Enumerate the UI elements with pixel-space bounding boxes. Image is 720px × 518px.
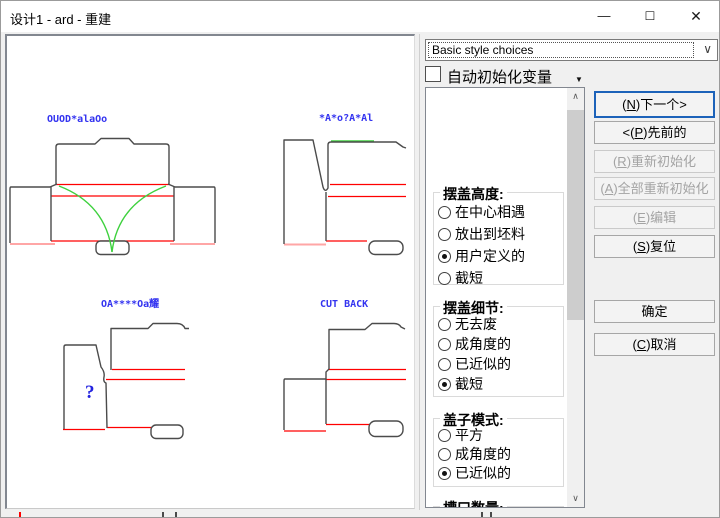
- radio-option[interactable]: 平方: [438, 425, 483, 443]
- group-flap-detail: 摆盖细节: 无去废 成角度的 已近似的 截短: [433, 306, 564, 397]
- next-button[interactable]: (N)下一个>: [594, 91, 715, 118]
- maximize-button[interactable]: ☐: [627, 1, 673, 31]
- cancel-button[interactable]: (C)取消: [594, 333, 715, 356]
- radio-icon[interactable]: [438, 228, 451, 241]
- clipped-preview-mark: [19, 512, 21, 517]
- group-legend: 摆盖高度:: [440, 184, 507, 204]
- radio-icon[interactable]: [438, 467, 451, 480]
- minimize-button[interactable]: —: [581, 1, 627, 31]
- preview-label-1: OUOD*alaOo: [47, 114, 107, 125]
- rebuild-dialog-window: 设计1 - ard - 重建 — ☐ ✕ OUOD*alaOo: [0, 0, 720, 518]
- reinitialize-all-button[interactable]: (A)全部重新初始化: [594, 177, 715, 200]
- close-icon: ✕: [690, 8, 702, 24]
- radio-icon[interactable]: [438, 429, 451, 442]
- radio-icon[interactable]: [438, 448, 451, 461]
- style-choices-dropdown[interactable]: Basic style choices ∨: [425, 39, 718, 61]
- radio-icon[interactable]: [438, 318, 451, 331]
- radio-icon[interactable]: [438, 378, 451, 391]
- sort-marker-icon: ▼: [575, 75, 583, 84]
- radio-option[interactable]: 无去废: [438, 314, 497, 332]
- group-legend: 槽口数量:: [440, 498, 507, 508]
- window-title: 设计1 - ard - 重建: [10, 9, 111, 28]
- reset-button[interactable]: (S)复位: [594, 235, 715, 258]
- radio-icon[interactable]: [438, 206, 451, 219]
- clipped-preview-mark: [490, 512, 492, 517]
- radio-icon[interactable]: [438, 358, 451, 371]
- title-bar[interactable]: 设计1 - ard - 重建 — ☐ ✕: [1, 1, 719, 32]
- previous-button[interactable]: <(P)先前的: [594, 121, 715, 144]
- scroll-down-icon[interactable]: ∨: [567, 490, 584, 507]
- radio-option[interactable]: 已近似的: [438, 463, 511, 481]
- list-scrollbar[interactable]: ∧ ∨: [567, 88, 584, 507]
- carton-preview-drawing: OUOD*alaOo *A*o?A*Al OA****Oa耀: [7, 36, 413, 507]
- clipped-preview-mark: [162, 512, 164, 517]
- scrollbar-thumb[interactable]: [567, 110, 584, 320]
- close-button[interactable]: ✕: [673, 1, 719, 31]
- radio-option[interactable]: 成角度的: [438, 334, 511, 352]
- dropdown-selected-value: Basic style choices: [432, 43, 533, 57]
- reinitialize-button[interactable]: (R)重新初始化: [594, 150, 715, 173]
- radio-option[interactable]: 用户定义的: [438, 246, 525, 264]
- panel-divider: [419, 34, 420, 510]
- clipped-preview-mark: [175, 512, 177, 517]
- maximize-icon: ☐: [645, 9, 656, 23]
- auto-init-checkbox-label: 自动初始化变量: [447, 66, 552, 87]
- minimize-icon: —: [598, 8, 611, 23]
- radio-option[interactable]: 截短: [438, 374, 483, 392]
- radio-option[interactable]: 放出到坯料: [438, 224, 525, 242]
- auto-init-checkbox[interactable]: [425, 66, 441, 82]
- radio-option[interactable]: 已近似的: [438, 354, 511, 372]
- preview-label-3: OA****Oa耀: [101, 297, 159, 310]
- question-mark-annotation: ?: [85, 382, 95, 403]
- radio-icon[interactable]: [438, 338, 451, 351]
- edit-button[interactable]: (E)编辑: [594, 206, 715, 229]
- radio-option[interactable]: 在中心相遇: [438, 202, 525, 220]
- style-preview-canvas[interactable]: OUOD*alaOo *A*o?A*Al OA****Oa耀: [5, 34, 415, 509]
- scroll-up-icon[interactable]: ∧: [567, 88, 584, 105]
- radio-icon[interactable]: [438, 272, 451, 285]
- clipped-preview-mark: [481, 512, 483, 517]
- group-flap-height: 摆盖高度: 在中心相遇 放出到坯料 用户定义的 截短: [433, 192, 564, 285]
- preview-label-2: *A*o?A*Al: [319, 113, 373, 124]
- ok-button[interactable]: 确定: [594, 300, 715, 323]
- variable-groups-list[interactable]: 摆盖高度: 在中心相遇 放出到坯料 用户定义的 截短 摆盖细节: 无去废 成角度…: [425, 87, 585, 508]
- preview-label-4: CUT BACK: [320, 299, 368, 310]
- group-slot-count: 槽口数量: 1个槽口 2个槽口 3个槽口 4个槽口: [433, 506, 564, 508]
- radio-option[interactable]: 截短: [438, 268, 483, 286]
- radio-option[interactable]: 成角度的: [438, 444, 511, 462]
- radio-icon[interactable]: [438, 250, 451, 263]
- group-lid-mode: 盖子模式: 平方 成角度的 已近似的: [433, 418, 564, 487]
- chevron-down-icon: ∨: [703, 42, 712, 56]
